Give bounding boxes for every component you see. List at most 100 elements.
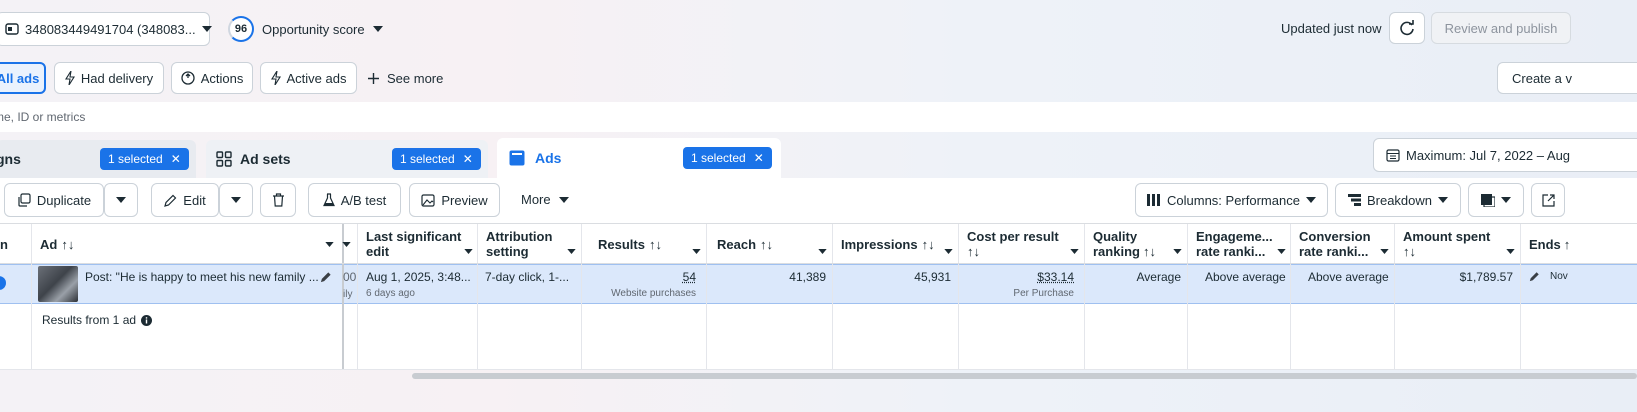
duplicate-icon [17,193,31,207]
reports-button[interactable] [1468,183,1524,217]
chevron-down-icon[interactable] [464,242,473,257]
filter-active-ads[interactable]: Active ads [260,62,357,94]
opportunity-score-value: 96 [235,23,247,35]
export-button[interactable] [1531,183,1565,217]
close-icon[interactable]: ✕ [754,151,764,165]
reports-icon [1481,194,1495,207]
column-header-cost-per-result[interactable]: Cost per result ↑↓ [959,224,1084,264]
filter-had-delivery-label: Had delivery [81,71,153,86]
chevron-down-icon[interactable] [944,242,953,257]
account-card-icon [5,23,19,35]
chevron-down-icon[interactable] [1380,242,1389,257]
column-header-conversion-rate-ranking[interactable]: Conversion rate ranki... [1291,224,1394,264]
info-icon[interactable] [141,315,152,326]
chevron-down-icon[interactable] [1070,242,1079,257]
see-more-filters-button[interactable]: See more [368,62,443,94]
chevron-down-icon[interactable] [1506,242,1515,257]
sort-icon[interactable]: ↑↓ [61,237,74,252]
results-value[interactable]: 54 [582,270,696,284]
column-header-results[interactable]: Results ↑↓ [582,224,706,264]
filter-had-delivery[interactable]: Had delivery [54,62,164,94]
sort-icon[interactable]: ↑ [1564,237,1571,252]
search-input[interactable] [0,102,594,132]
horizontal-scrollbar[interactable] [412,373,1637,379]
cost-per-result-value[interactable]: $33.14 [959,270,1074,284]
ad-name[interactable]: Post: "He is happy to meet his new famil… [85,270,319,284]
chevron-down-icon[interactable] [342,242,351,247]
more-button[interactable]: More [521,192,569,207]
sort-icon[interactable]: ↑↓ [1143,244,1156,259]
filter-all-ads-label: All ads [0,71,39,86]
filter-actions[interactable]: Actions [171,62,253,94]
column-header-amount-spent[interactable]: Amount spent ↑↓ [1395,224,1520,264]
review-publish-button[interactable]: Review and publish [1431,12,1571,44]
trash-icon [272,193,285,207]
tab-ad-sets[interactable]: Ad sets 1 selected ✕ [206,140,488,178]
duplicate-dropdown[interactable] [104,183,138,217]
opportunity-score-label: Opportunity score [262,22,365,37]
last-edit-value: Aug 1, 2025, 3:48... [366,270,471,284]
column-header-engagement-rate-ranking[interactable]: Engageme... rate ranki... [1188,224,1290,264]
preview-button[interactable]: Preview [409,183,500,217]
edit-button[interactable]: Edit [151,183,219,217]
partial-cell-value: 00 [343,270,356,284]
column-header-ends[interactable]: Ends ↑ [1521,224,1637,264]
column-header-reach[interactable]: Reach ↑↓ [707,224,832,264]
column-header-attribution-line1: Attribution [486,229,552,244]
chevron-down-icon[interactable] [325,242,334,247]
ads-selected-badge[interactable]: 1 selected ✕ [683,147,772,169]
delete-button[interactable] [260,183,296,217]
tab-campaigns[interactable]: gns 1 selected ✕ [0,140,196,178]
column-header-status[interactable]: n [0,224,31,264]
duplicate-button[interactable]: Duplicate [4,183,104,217]
sort-icon[interactable]: ↑↓ [649,237,662,252]
column-header-ad[interactable]: Ad ↑↓ [32,224,342,264]
column-header-conversion-line1: Conversion [1299,229,1371,244]
chevron-down-icon[interactable] [692,242,701,257]
columns-label: Columns: Performance [1167,193,1300,208]
reach-value: 41,389 [707,270,826,284]
partial-cell-sub: ily [343,289,352,300]
chevron-down-icon[interactable] [1173,242,1182,257]
tab-ads[interactable]: Ads 1 selected ✕ [497,138,781,178]
close-icon[interactable]: ✕ [171,152,181,166]
chevron-down-icon[interactable] [818,242,827,257]
ad-account-selector[interactable]: 348083449491704 (348083... [0,12,210,46]
column-header-status-label: n [0,237,8,252]
edit-dropdown[interactable] [219,183,253,217]
campaigns-selected-badge[interactable]: 1 selected ✕ [100,148,189,170]
sort-icon[interactable]: ↑↓ [1403,244,1416,259]
column-header-attribution-setting[interactable]: Attribution setting [478,224,581,264]
filter-active-ads-label: Active ads [287,71,347,86]
adsets-selected-badge[interactable]: 1 selected ✕ [392,148,481,170]
date-range-picker[interactable]: Maximum: Jul 7, 2022 – Aug [1373,138,1637,172]
filter-all-ads[interactable]: All ads [0,62,46,94]
chevron-down-icon[interactable] [567,242,576,257]
close-icon[interactable]: ✕ [463,152,473,166]
tab-campaigns-label: gns [0,151,21,167]
refresh-button[interactable] [1389,12,1425,44]
amount-spent-value: $1,789.57 [1395,270,1513,284]
flask-icon [323,193,335,207]
sort-icon[interactable]: ↑↓ [760,237,773,252]
pencil-icon[interactable] [320,271,332,283]
opportunity-score-button[interactable]: 96 Opportunity score [228,14,383,44]
chevron-down-icon [1501,197,1511,203]
column-header-partial[interactable] [342,224,357,264]
pencil-icon[interactable] [1529,271,1540,282]
column-header-quality-line2: ranking [1093,244,1140,259]
breakdown-button[interactable]: Breakdown [1335,183,1461,217]
column-header-quality-ranking[interactable]: Quality ranking ↑↓ [1085,224,1187,264]
sort-icon[interactable]: ↑↓ [967,244,980,259]
sort-icon[interactable]: ↑↓ [922,237,935,252]
columns-button[interactable]: Columns: Performance [1135,183,1328,217]
ad-thumbnail[interactable] [38,266,78,302]
ab-test-button[interactable]: A/B test [308,183,401,217]
create-view-label: Create a v [1512,71,1572,86]
chevron-down-icon[interactable] [1277,242,1286,257]
create-view-button[interactable]: Create a v [1497,62,1637,94]
column-header-impressions[interactable]: Impressions ↑↓ [833,224,958,264]
pencil-icon [164,194,177,207]
date-range-label: Maximum: Jul 7, 2022 – Aug [1406,148,1570,163]
column-header-last-significant-edit[interactable]: Last significant edit [358,224,477,264]
